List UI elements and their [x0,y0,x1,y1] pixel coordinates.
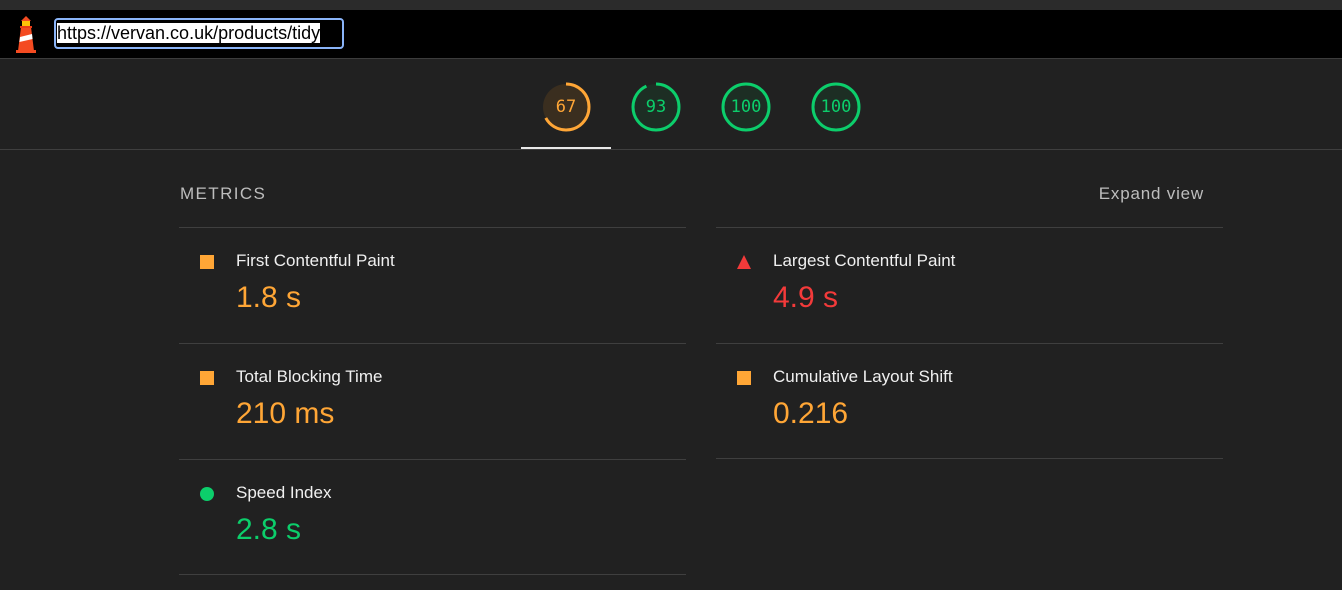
gauge-score: 67 [555,97,577,117]
metric-value: 1.8 s [236,281,302,314]
lighthouse-logo-icon [16,16,36,53]
divider [179,574,686,575]
gauge-best-practices[interactable]: 100 [720,81,772,133]
gauge-accessibility[interactable]: 93 [630,81,682,133]
gauge-seo[interactable]: 100 [810,81,862,133]
status-triangle-icon [737,255,751,269]
status-square-icon [200,255,214,269]
metric-value: 2.8 s [236,513,302,546]
metric-value: 4.9 s [773,281,839,314]
metric-largest-contentful-paint: Largest Contentful Paint 4.9 s [716,227,1223,344]
metric-label: Largest Contentful Paint [773,251,956,270]
status-square-icon [737,371,751,385]
gauge-performance[interactable]: 67 [540,81,592,133]
gauge-score: 93 [645,97,667,117]
metric-label: Cumulative Layout Shift [773,367,953,386]
gauge-score: 100 [730,97,762,117]
divider [716,458,1223,459]
metric-speed-index: Speed Index 2.8 s [179,459,686,576]
metric-value: 210 ms [236,397,335,430]
active-tab-indicator [521,147,611,149]
metric-label: First Contentful Paint [236,251,395,270]
status-square-icon [200,371,214,385]
gauge-score: 100 [820,97,852,117]
url-field[interactable]: https://vervan.co.uk/products/tidy [54,18,344,49]
status-circle-icon [200,487,214,501]
category-gauges: 67 93 100 100 [0,59,1342,150]
url-bar: https://vervan.co.uk/products/tidy [0,10,1342,59]
expand-view-toggle[interactable]: Expand view [1099,184,1204,204]
metric-cumulative-layout-shift: Cumulative Layout Shift 0.216 [716,343,1223,460]
metric-value: 0.216 [773,397,849,430]
metrics-heading: METRICS [180,184,267,203]
metric-first-contentful-paint: First Contentful Paint 1.8 s [179,227,686,344]
metric-total-blocking-time: Total Blocking Time 210 ms [179,343,686,460]
metric-label: Speed Index [236,483,332,502]
metric-label: Total Blocking Time [236,367,383,386]
